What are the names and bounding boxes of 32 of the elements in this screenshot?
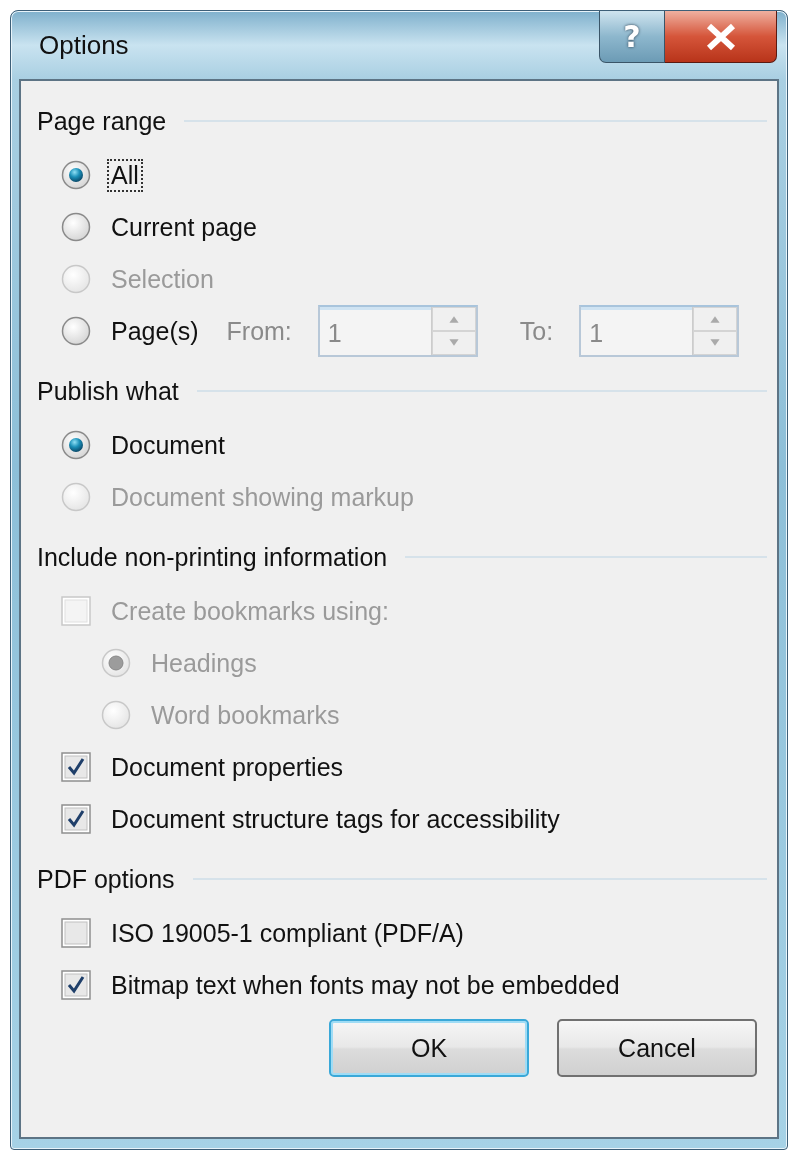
radio-button[interactable] [61,430,91,460]
radio-button[interactable] [61,212,91,242]
option-label: Current page [110,211,258,243]
checkbox[interactable] [61,918,91,948]
option-label: Document showing markup [110,481,415,513]
close-button[interactable] [665,11,777,63]
option-label: ISO 19005-1 compliant (PDF/A) [110,917,465,949]
field-label: From: [226,316,292,346]
checkbox[interactable] [61,804,91,834]
option-label: Word bookmarks [150,699,341,731]
option-label: Document structure tags for accessibility [110,803,561,835]
checkbox[interactable] [61,752,91,782]
window-title: Options [39,29,129,61]
group-title: Page range [37,106,167,136]
radio-button[interactable] [61,316,91,346]
option-label: Document properties [110,751,345,783]
group-title: PDF options [37,864,175,894]
option-label: Headings [150,647,258,679]
group-title: Include non-printing information [37,542,388,572]
dialog-button[interactable]: Cancel [557,1019,757,1077]
radio-button[interactable] [61,160,91,190]
option-label: Selection [110,263,215,295]
field-label: To: [519,316,554,346]
option-label: All [107,158,143,192]
checkbox[interactable] [61,970,91,1000]
dialog-button[interactable]: OK [329,1019,529,1077]
option-label: Document [110,429,226,461]
option-label: Create bookmarks using: [110,595,390,627]
option-label: Page(s) [110,315,200,347]
group-title: Publish what [37,376,179,406]
option-label: Bitmap text when fonts may not be embedded [110,969,621,1001]
help-button[interactable]: ? [599,11,665,63]
